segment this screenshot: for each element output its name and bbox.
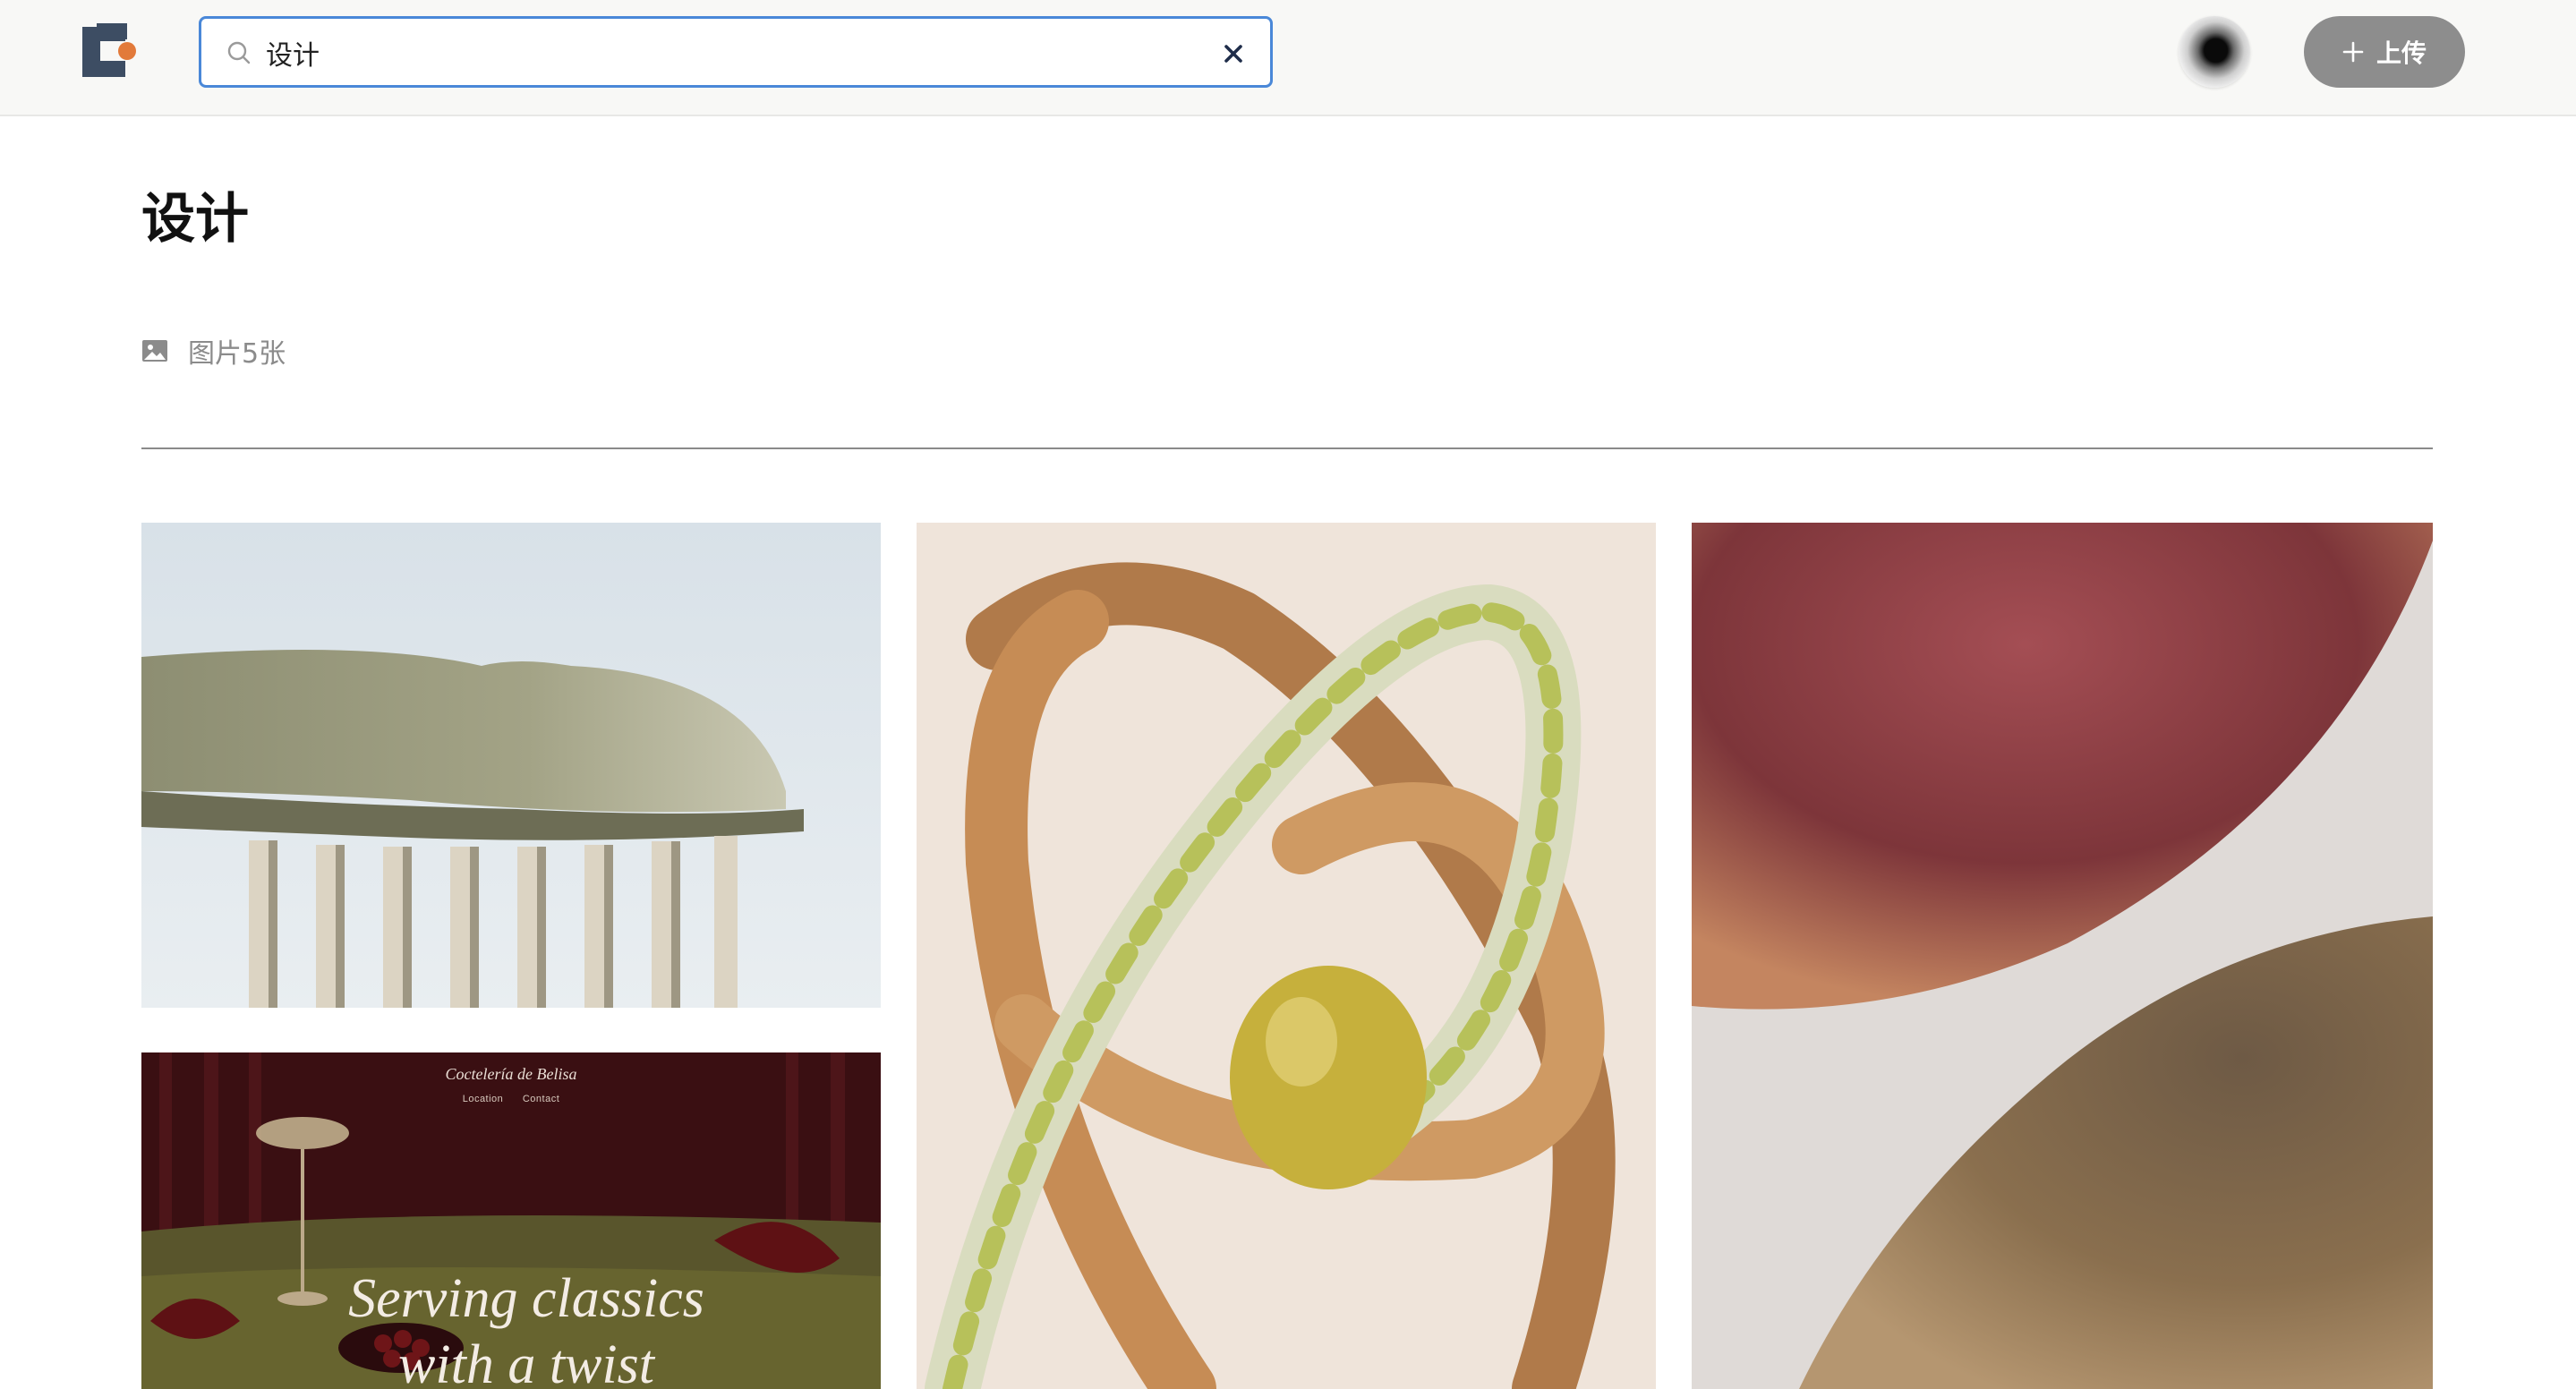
divider	[141, 447, 2433, 449]
top-bar: 上传	[0, 0, 2576, 116]
image-count: 图片5张	[141, 331, 286, 371]
site-headline-line-2: with a twist	[398, 1334, 654, 1389]
avatar[interactable]	[2179, 16, 2250, 88]
site-name: Coctelería de Belisa	[445, 1065, 577, 1083]
architecture-photo	[141, 523, 881, 1008]
site-nav-contact: Contact	[522, 1094, 560, 1104]
gallery-image-rings[interactable]	[917, 523, 1656, 1389]
site-headline: Serving classics with a twist	[294, 1265, 759, 1389]
site-headline-line-1: Serving classics	[348, 1268, 704, 1329]
gallery-image-spheres[interactable]	[1692, 523, 2433, 1389]
image-count-text: 图片5张	[188, 338, 286, 370]
page-title: 设计	[141, 188, 249, 251]
app-logo[interactable]	[77, 21, 141, 86]
search-box[interactable]	[199, 16, 1273, 88]
gallery-image-architecture[interactable]	[141, 523, 881, 1008]
search-icon	[227, 41, 251, 64]
image-icon	[142, 340, 167, 362]
rings-render	[917, 523, 1656, 1389]
upload-button[interactable]: 上传	[2304, 16, 2465, 88]
site-nav: Location Contact	[141, 1094, 881, 1104]
gallery-image-cocktail-bar[interactable]: Coctelería de Belisa Location Contact Se…	[141, 1052, 881, 1389]
logo-icon	[82, 23, 136, 77]
search-input[interactable]	[266, 28, 1197, 78]
plus-icon	[2342, 41, 2364, 63]
site-nav-location: Location	[462, 1094, 504, 1104]
spheres-render	[1692, 523, 2433, 1389]
close-icon[interactable]	[1222, 42, 1245, 65]
upload-button-label: 上传	[2376, 38, 2427, 68]
